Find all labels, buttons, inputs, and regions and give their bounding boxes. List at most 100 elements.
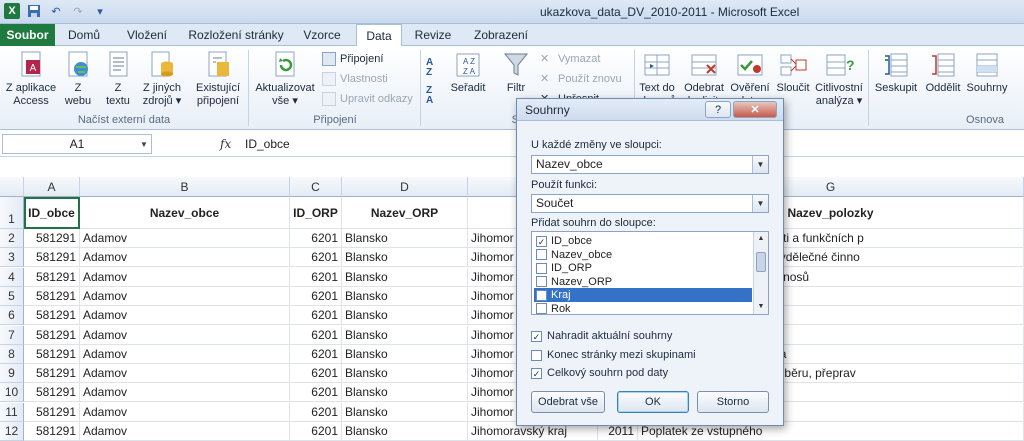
scroll-up-icon[interactable]: ▲: [754, 232, 768, 246]
clear-filter-button[interactable]: ✕ Vymazat: [540, 52, 600, 66]
row-header[interactable]: 7: [0, 325, 24, 345]
checkbox-checked-icon[interactable]: ✓: [531, 330, 542, 342]
sort-za-button[interactable]: ZA: [426, 86, 433, 106]
cancel-button[interactable]: Storno: [697, 391, 769, 413]
tab-formulas[interactable]: Vzorce: [296, 24, 348, 46]
undo-icon[interactable]: ↶: [48, 3, 64, 19]
cell-c[interactable]: 6201: [290, 286, 342, 306]
checkbox-unchecked-icon[interactable]: [531, 349, 542, 361]
from-web-button[interactable]: Z webu: [60, 50, 96, 108]
cell-b[interactable]: Nazev_obce: [80, 197, 290, 229]
cell-b[interactable]: Adamov: [80, 267, 290, 287]
select-all-corner[interactable]: [0, 177, 24, 197]
from-access-button[interactable]: A Z aplikace Access: [4, 50, 58, 108]
insert-function-icon[interactable]: fx: [220, 137, 231, 151]
chevron-down-icon[interactable]: ▼: [752, 156, 768, 173]
cell-a[interactable]: 581291: [24, 422, 80, 441]
cell-a[interactable]: 581291: [24, 286, 80, 306]
tab-view[interactable]: Zobrazení: [466, 24, 536, 46]
column-header-a[interactable]: A: [24, 177, 80, 197]
tab-page-layout[interactable]: Rozložení stránky: [185, 24, 287, 46]
checkbox-checked-icon[interactable]: ✓: [536, 235, 547, 247]
cell-d[interactable]: Blansko: [342, 325, 468, 345]
cell-d[interactable]: Blansko: [342, 248, 468, 268]
close-button[interactable]: ✕: [733, 101, 777, 118]
column-header-b[interactable]: B: [80, 177, 290, 197]
cell-d[interactable]: Blansko: [342, 229, 468, 248]
cell-d[interactable]: Blansko: [342, 383, 468, 403]
row-header[interactable]: 8: [0, 344, 24, 364]
cell-a[interactable]: ID_obce: [24, 197, 80, 229]
subtotal-button[interactable]: Souhrny: [966, 50, 1008, 95]
cell-b[interactable]: Adamov: [80, 364, 290, 384]
scroll-thumb[interactable]: [756, 252, 766, 272]
tab-home[interactable]: Domů: [62, 24, 106, 46]
cell-a[interactable]: 581291: [24, 229, 80, 248]
remove-all-button[interactable]: Odebrat vše: [531, 391, 605, 413]
save-icon[interactable]: [26, 3, 42, 19]
row-header[interactable]: 11: [0, 402, 24, 422]
cell-c[interactable]: 6201: [290, 364, 342, 384]
checklist-item[interactable]: Nazev_obce: [534, 248, 752, 262]
row-header[interactable]: 12: [0, 422, 24, 441]
cell-c[interactable]: 6201: [290, 229, 342, 248]
cell-d[interactable]: Blansko: [342, 344, 468, 364]
cell-a[interactable]: 581291: [24, 267, 80, 287]
cell-b[interactable]: Adamov: [80, 325, 290, 345]
from-other-sources-button[interactable]: Z jiných zdrojů ▾: [138, 50, 186, 108]
cell-b[interactable]: Adamov: [80, 344, 290, 364]
cell-d[interactable]: Blansko: [342, 364, 468, 384]
checklist-item[interactable]: Kraj: [534, 288, 752, 302]
checklist-item[interactable]: ✓ ID_obce: [534, 234, 752, 248]
cell-c[interactable]: 6201: [290, 402, 342, 422]
cell-a[interactable]: 581291: [24, 248, 80, 268]
scroll-down-icon[interactable]: ▼: [754, 300, 768, 314]
cell-d[interactable]: Blansko: [342, 306, 468, 326]
properties-button[interactable]: Vlastnosti: [322, 72, 388, 86]
redo-icon[interactable]: ↷: [70, 3, 86, 19]
filter-button[interactable]: Filtr: [496, 50, 536, 95]
cell-c[interactable]: 6201: [290, 325, 342, 345]
name-box-dropdown-icon[interactable]: ▼: [140, 140, 148, 149]
change-column-select[interactable]: Nazev_obce ▼: [531, 155, 769, 174]
cell-a[interactable]: 581291: [24, 325, 80, 345]
cell-a[interactable]: 581291: [24, 306, 80, 326]
cell-b[interactable]: Adamov: [80, 248, 290, 268]
cell-a[interactable]: 581291: [24, 364, 80, 384]
cell-b[interactable]: Adamov: [80, 402, 290, 422]
cell-a[interactable]: 581291: [24, 344, 80, 364]
connections-button[interactable]: Připojení: [322, 52, 383, 66]
row-header[interactable]: 5: [0, 286, 24, 306]
checkbox-unchecked-icon[interactable]: [536, 262, 547, 274]
row-header[interactable]: 9: [0, 364, 24, 384]
columns-checklist[interactable]: ✓ ID_obce Nazev_obce ID_ORP Nazev_ORP Kraj Rok…: [531, 231, 769, 315]
row-header[interactable]: 6: [0, 306, 24, 326]
formula-input[interactable]: ID_obce: [245, 137, 290, 151]
cell-d[interactable]: Nazev_ORP: [342, 197, 468, 229]
column-header-d[interactable]: D: [342, 177, 468, 197]
cell-b[interactable]: Adamov: [80, 229, 290, 248]
row-header[interactable]: 1: [0, 197, 24, 229]
function-select[interactable]: Součet ▼: [531, 194, 769, 213]
row-header[interactable]: 4: [0, 267, 24, 287]
cell-d[interactable]: Blansko: [342, 422, 468, 441]
cell-c[interactable]: ID_ORP: [290, 197, 342, 229]
tab-file[interactable]: Soubor: [0, 24, 55, 46]
row-header[interactable]: 10: [0, 383, 24, 403]
sort-button[interactable]: A ZZ A Seřadit: [446, 50, 490, 95]
sort-az-button[interactable]: AZ: [426, 58, 433, 78]
existing-connections-button[interactable]: Existující připojení: [192, 50, 244, 108]
checkbox-unchecked-icon[interactable]: [536, 276, 547, 287]
cell-d[interactable]: Blansko: [342, 286, 468, 306]
refresh-all-button[interactable]: Aktualizovat vše ▾: [252, 50, 318, 108]
checklist-item[interactable]: Nazev_ORP: [534, 275, 752, 289]
checklist-item[interactable]: ID_ORP: [534, 261, 752, 275]
help-button[interactable]: ?: [705, 101, 731, 118]
name-box[interactable]: A1: [2, 134, 152, 154]
checkbox-unchecked-icon[interactable]: [536, 289, 547, 301]
row-header[interactable]: 2: [0, 229, 24, 248]
what-if-analysis-button[interactable]: ? Citlivostní analýza ▾: [812, 50, 866, 108]
checkbox-unchecked-icon[interactable]: [536, 303, 547, 314]
cell-c[interactable]: 6201: [290, 248, 342, 268]
page-break-option[interactable]: Konec stránky mezi skupinami: [531, 349, 696, 361]
